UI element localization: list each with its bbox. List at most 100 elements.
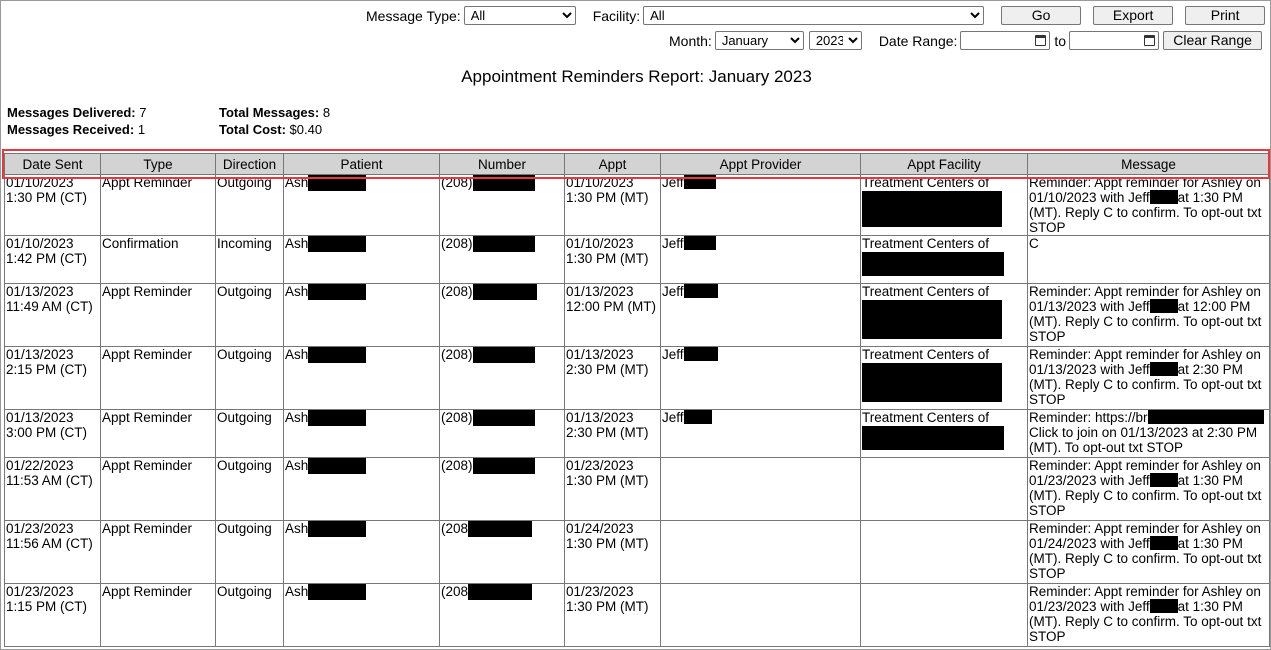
- facility-text: Treatment Centers of: [862, 284, 990, 300]
- export-button[interactable]: Export: [1093, 6, 1174, 25]
- col-header-direction[interactable]: Direction: [215, 153, 284, 175]
- date-range-end-input[interactable]: [1069, 31, 1160, 50]
- calendar-icon[interactable]: [1144, 35, 1156, 46]
- appt-line: 1:30 PM (MT): [566, 473, 649, 488]
- message-line: (MT). To opt-out txt STOP: [1029, 440, 1184, 455]
- cell-appt: 01/10/2023 1:30 PM (MT): [564, 235, 661, 284]
- facility-redaction: [862, 426, 1004, 450]
- col-header-number[interactable]: Number: [439, 153, 565, 175]
- number-redaction: [472, 284, 537, 300]
- cell-number: (208): [439, 457, 565, 521]
- cell-appt: 01/23/2023 1:30 PM (MT): [564, 583, 661, 647]
- message-line: 01/13/2023 with Jeff at 12:00 PM: [1029, 299, 1268, 314]
- appt-line: 1:30 PM (MT): [566, 536, 649, 551]
- cell-appt: 01/10/2023 1:30 PM (MT): [564, 174, 661, 236]
- message-type-select[interactable]: All: [463, 6, 576, 25]
- cell-appt: 01/13/2023 2:30 PM (MT): [564, 409, 661, 458]
- message-redaction: [1149, 473, 1178, 487]
- appt-line: 2:30 PM (MT): [566, 362, 649, 377]
- clear-range-button[interactable]: Clear Range: [1163, 31, 1263, 50]
- go-button[interactable]: Go: [1001, 6, 1082, 25]
- patient-redaction: [308, 236, 367, 252]
- col-header-patient[interactable]: Patient: [283, 153, 440, 175]
- filter-row-top: Message Type: All Facility: All Go Expor…: [366, 6, 1266, 25]
- cell-message: Reminder: https://br Click to join on 01/…: [1027, 409, 1270, 458]
- date-sent-line: 01/10/2023: [6, 175, 74, 191]
- patient-text: Ash: [285, 284, 309, 300]
- facility-redaction: [862, 252, 1004, 276]
- facility-text: Treatment Centers of: [862, 236, 990, 252]
- number-redaction: [472, 410, 535, 426]
- number-text: (208): [441, 175, 473, 191]
- to-label: to: [1054, 32, 1067, 49]
- date-range-start-input[interactable]: [960, 31, 1051, 50]
- date-sent-line: 1:30 PM (CT): [6, 190, 88, 205]
- col-header-appt[interactable]: Appt: [564, 153, 661, 175]
- message-line: 01/23/2023 with Jeff at 1:30 PM: [1029, 599, 1268, 614]
- table-row: 01/23/2023 11:56 AM (CT) Appt Reminder Outg…: [4, 520, 1270, 584]
- date-sent-line: 2:15 PM (CT): [6, 362, 88, 377]
- facility-select[interactable]: All: [643, 6, 985, 25]
- print-button[interactable]: Print: [1185, 6, 1266, 25]
- patient-redaction: [308, 584, 367, 600]
- message-redaction: [1147, 410, 1264, 424]
- date-sent-line: 1:15 PM (CT): [6, 599, 88, 614]
- year-select[interactable]: 2023: [808, 31, 862, 50]
- type-text: Appt Reminder: [102, 175, 193, 191]
- received-value: 1: [137, 122, 146, 137]
- col-header-date-sent[interactable]: Date Sent: [4, 153, 101, 175]
- delivered-value: 7: [139, 105, 147, 120]
- month-label: Month:: [669, 32, 712, 49]
- date-sent-line: 01/23/2023: [6, 584, 74, 600]
- cell-number: (208): [439, 235, 565, 284]
- message-fragment: 01/23/2023 with Jeff: [1029, 473, 1150, 488]
- message-fragment: at 1:30 PM: [1177, 599, 1243, 614]
- cell-appt: 01/23/2023 1:30 PM (MT): [564, 457, 661, 521]
- col-header-appt-provider[interactable]: Appt Provider: [660, 153, 861, 175]
- cell-direction: Outgoing: [215, 457, 284, 521]
- cell-appt: 01/24/2023 1:30 PM (MT): [564, 520, 661, 584]
- direction-text: Outgoing: [217, 584, 272, 600]
- message-line: Reminder: Appt reminder for Ashley on: [1029, 175, 1261, 191]
- month-select[interactable]: January: [714, 31, 804, 50]
- cell-type: Appt Reminder: [100, 520, 216, 584]
- provider-text: Jeff: [662, 347, 684, 363]
- number-text: (208: [441, 584, 469, 600]
- message-line: Reminder: https://br: [1029, 410, 1268, 425]
- cell-date-sent: 01/22/2023 11:53 AM (CT): [4, 457, 101, 521]
- cell-patient: Ash: [283, 409, 440, 458]
- col-header-type[interactable]: Type: [100, 153, 216, 175]
- col-header-appt-facility[interactable]: Appt Facility: [860, 153, 1028, 175]
- appt-line: 01/13/2023: [566, 347, 634, 363]
- patient-redaction: [308, 521, 367, 537]
- date-sent-line: 1:42 PM (CT): [6, 251, 88, 266]
- patient-text: Ash: [285, 521, 309, 537]
- cell-appt-provider: [660, 520, 861, 584]
- type-text: Appt Reminder: [102, 458, 193, 474]
- message-type-label: Message Type:: [366, 7, 461, 24]
- cell-message: C: [1027, 235, 1270, 284]
- number-text: (208): [441, 347, 473, 363]
- cell-appt-facility: Treatment Centers of: [860, 235, 1028, 284]
- cell-appt: 01/13/2023 2:30 PM (MT): [564, 346, 661, 410]
- provider-text: Jeff: [662, 236, 684, 252]
- message-line: 01/23/2023 with Jeff at 1:30 PM: [1029, 473, 1268, 488]
- cell-patient: Ash: [283, 583, 440, 647]
- calendar-icon[interactable]: [1035, 35, 1047, 46]
- patient-redaction: [308, 284, 367, 300]
- cost-value: $0.40: [289, 122, 323, 137]
- message-fragment: at 1:30 PM: [1177, 190, 1243, 205]
- cell-type: Appt Reminder: [100, 283, 216, 347]
- facility-label: Facility:: [592, 7, 641, 24]
- patient-redaction: [308, 458, 367, 474]
- date-sent-line: 11:49 AM (CT): [6, 299, 93, 314]
- table-row: 01/22/2023 11:53 AM (CT) Appt Reminder Outg…: [4, 457, 1270, 521]
- report-title: Appointment Reminders Report: January 20…: [461, 67, 812, 86]
- cell-message: Reminder: Appt reminder for Ashley on 01/…: [1027, 346, 1270, 410]
- cell-appt-provider: Jeff: [660, 409, 861, 458]
- message-redaction: [1149, 190, 1178, 204]
- appt-line: 12:00 PM (MT): [566, 299, 657, 314]
- message-line: STOP: [1029, 629, 1066, 644]
- col-header-message[interactable]: Message: [1027, 153, 1270, 175]
- message-fragment: at 12:00 PM: [1177, 299, 1251, 314]
